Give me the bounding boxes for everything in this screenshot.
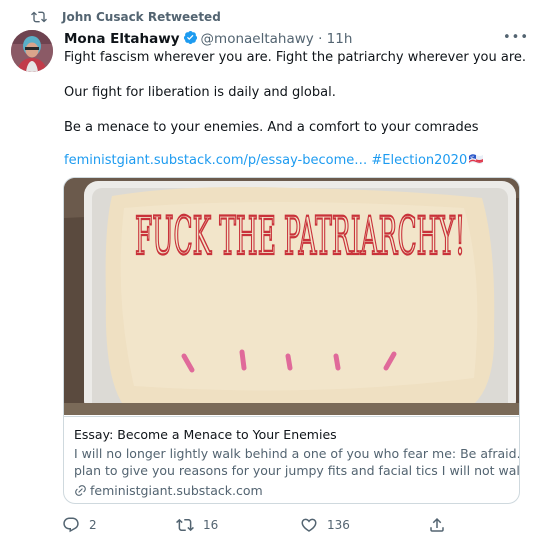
avatar[interactable] <box>11 30 53 72</box>
action-bar: 2 16 136 <box>62 515 522 535</box>
reply-icon <box>63 517 79 533</box>
reply-count: 2 <box>89 518 97 532</box>
article-link[interactable]: feministgiant.substack.com/p/essay-becom… <box>64 153 367 168</box>
share-button[interactable] <box>428 515 446 535</box>
flag-icon <box>469 154 484 164</box>
like-icon <box>301 518 317 532</box>
like-count: 136 <box>327 518 350 532</box>
tweet-time[interactable]: 11h <box>327 31 353 47</box>
retweeted-by-label[interactable]: John Cusack Retweeted <box>62 9 221 25</box>
more-icon[interactable]: ••• <box>503 30 528 46</box>
tweet-line-1: Fight fascism wherever you are. Fight th… <box>64 50 527 65</box>
card-description-line-1: I will no longer lightly walk behind a o… <box>74 446 520 461</box>
tweet-links-line: feministgiant.substack.com/p/essay-becom… <box>64 152 484 169</box>
card-domain: feministgiant.substack.com <box>74 483 263 499</box>
tweet-line-2: Our fight for liberation is daily and gl… <box>64 85 336 100</box>
separator-dot: · <box>318 31 323 47</box>
retweet-count: 16 <box>203 518 219 532</box>
verified-badge-icon <box>183 30 197 45</box>
card-description-line-2: plan to give you reasons for your jumpy … <box>74 463 520 478</box>
retweet-button[interactable]: 16 <box>176 515 218 535</box>
card-body: Essay: Become a Menace to Your Enemies I… <box>64 416 520 503</box>
card-description: I will no longer lightly walk behind a o… <box>74 445 520 479</box>
reply-button[interactable]: 2 <box>62 515 97 535</box>
card-image: FUCK THE PATRIARCHY! <box>64 178 519 415</box>
link-icon <box>75 485 86 496</box>
like-button[interactable]: 136 <box>300 515 350 535</box>
author-handle[interactable]: @monaeltahawy <box>201 31 314 47</box>
share-icon <box>430 517 444 532</box>
card-domain-text: feministgiant.substack.com <box>90 483 263 498</box>
card-image-caption: FUCK THE PATRIARCHY! <box>135 207 465 267</box>
card-title: Essay: Become a Menace to Your Enemies <box>74 427 337 442</box>
avatar-image <box>11 30 53 72</box>
retweet-icon <box>31 11 47 23</box>
tweet-header: Mona Eltahawy @monaeltahawy · 11h <box>64 29 524 49</box>
link-card[interactable]: FUCK THE PATRIARCHY! Essay: Become a Men… <box>63 177 520 504</box>
hashtag-link[interactable]: #Election2020 <box>371 153 467 168</box>
retweet-icon <box>176 518 194 532</box>
tweet-line-3: Be a menace to your enemies. And a comfo… <box>64 120 479 135</box>
author-name[interactable]: Mona Eltahawy <box>64 31 180 47</box>
